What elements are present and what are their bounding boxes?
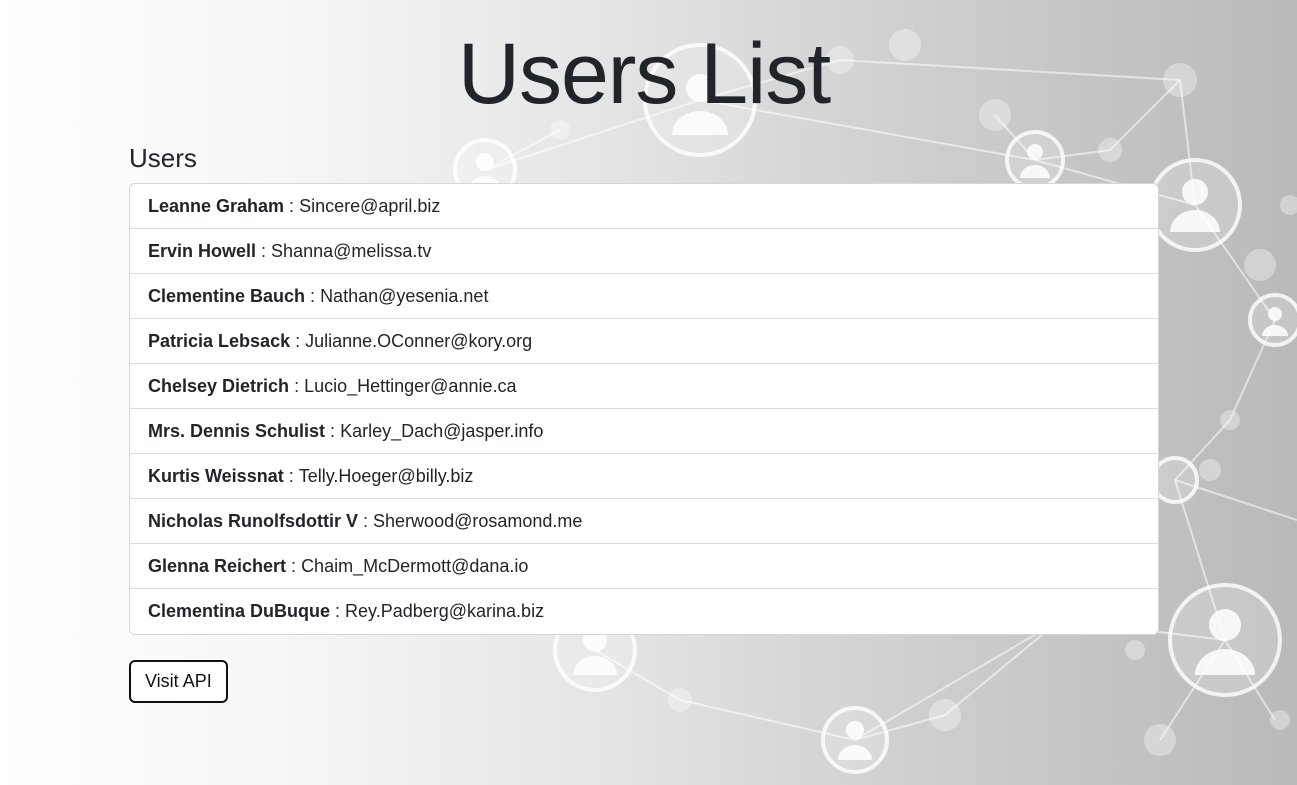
- visit-api-button[interactable]: Visit API: [129, 660, 228, 703]
- user-email: Sherwood@rosamond.me: [373, 510, 583, 531]
- user-name: Glenna Reichert: [148, 555, 287, 576]
- name-email-separator: :: [283, 465, 299, 486]
- user-name: Clementina DuBuque: [148, 601, 331, 621]
- list-item: Kurtis Weissnat : Telly.Hoeger@billy.biz: [130, 454, 1158, 499]
- user-email: Shanna@melissa.tv: [271, 240, 432, 261]
- user-email: Julianne.OConner@kory.org: [305, 330, 533, 351]
- user-email: Chaim_McDermott@dana.io: [301, 555, 529, 576]
- list-item: Patricia Lebsack : Julianne.OConner@kory…: [130, 319, 1158, 364]
- list-item: Leanne Graham : Sincere@april.biz: [130, 184, 1158, 229]
- name-email-separator: :: [286, 555, 302, 576]
- name-email-separator: :: [358, 510, 374, 531]
- user-email: Rey.Padberg@karina.biz: [345, 601, 545, 621]
- user-name: Clementine Bauch: [148, 285, 306, 306]
- user-email: Lucio_Hettinger@annie.ca: [304, 375, 517, 396]
- user-name: Chelsey Dietrich: [148, 375, 290, 396]
- list-item: Clementine Bauch : Nathan@yesenia.net: [130, 274, 1158, 319]
- user-name: Kurtis Weissnat: [148, 465, 284, 486]
- user-email: Telly.Hoeger@billy.biz: [298, 465, 474, 486]
- name-email-separator: :: [256, 240, 272, 261]
- user-email: Sincere@april.biz: [299, 195, 441, 216]
- list-item: Nicholas Runolfsdottir V : Sherwood@rosa…: [130, 499, 1158, 544]
- user-email: Nathan@yesenia.net: [320, 285, 489, 306]
- name-email-separator: :: [305, 285, 321, 306]
- list-item: Ervin Howell : Shanna@melissa.tv: [130, 229, 1158, 274]
- users-list: Leanne Graham : Sincere@april.biz Ervin …: [129, 183, 1159, 635]
- users-section-title: Users: [129, 143, 197, 173]
- list-item: Chelsey Dietrich : Lucio_Hettinger@annie…: [130, 364, 1158, 409]
- page-title: Users List: [457, 26, 831, 122]
- user-name: Mrs. Dennis Schulist: [148, 420, 326, 441]
- name-email-separator: :: [289, 375, 305, 396]
- list-item: Glenna Reichert : Chaim_McDermott@dana.i…: [130, 544, 1158, 589]
- user-name: Nicholas Runolfsdottir V: [148, 510, 359, 531]
- list-item: Mrs. Dennis Schulist : Karley_Dach@jaspe…: [130, 409, 1158, 454]
- name-email-separator: :: [325, 420, 341, 441]
- name-email-separator: :: [284, 195, 300, 216]
- name-email-separator: :: [290, 330, 306, 351]
- name-email-separator: :: [330, 601, 346, 621]
- user-name: Patricia Lebsack: [148, 330, 291, 351]
- user-name: Leanne Graham: [148, 195, 285, 216]
- list-item: Clementina DuBuque : Rey.Padberg@karina.…: [130, 589, 1158, 634]
- user-email: Karley_Dach@jasper.info: [340, 420, 544, 441]
- user-name: Ervin Howell: [148, 240, 257, 261]
